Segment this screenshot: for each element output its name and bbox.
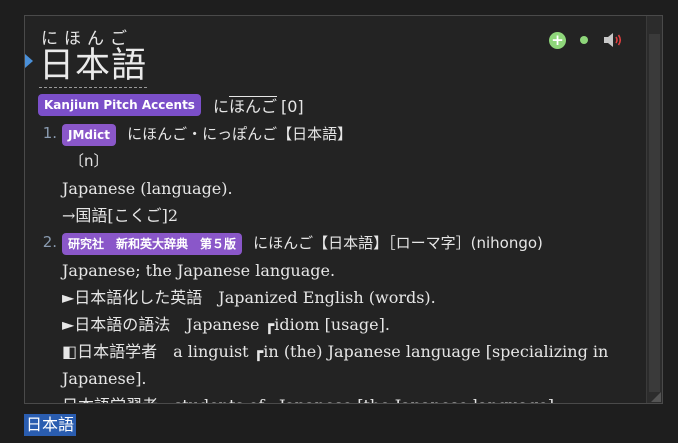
pitch-reading: にほんご [0] bbox=[213, 93, 304, 117]
sound-icon[interactable] bbox=[602, 31, 624, 49]
pitch-accent-number: [0] bbox=[280, 97, 304, 116]
dictionary-badge[interactable]: JMdict bbox=[62, 123, 116, 146]
definition-header-text: にほんご【日本語】［ローマ字］(nihongo) bbox=[253, 234, 543, 252]
definition-header: JMdict にほんご・にっぽんご【日本語】 bbox=[62, 120, 352, 148]
definition-line: Japanese]. bbox=[62, 369, 147, 388]
definition-line: 日本語学習者 students of ┏Japanese [the Japane… bbox=[62, 392, 554, 403]
pitch-high: ほんご bbox=[228, 96, 277, 116]
entry-marker-icon bbox=[25, 54, 33, 68]
definition-line: ►日本語化した英語 Japanized English (words). bbox=[62, 288, 436, 307]
definition-header: 研究社 新和英大辞典 第５版 にほんご【日本語】［ローマ字］(nihongo) bbox=[62, 229, 543, 257]
popup-content: にほんご 日本語 + Kanjium Pitch Accents にほんご [0]… bbox=[25, 16, 646, 403]
dictionary-badge[interactable]: 研究社 新和英大辞典 第５版 bbox=[62, 232, 243, 255]
resize-grip-icon[interactable] bbox=[651, 392, 661, 402]
selected-text[interactable]: 日本語 bbox=[24, 414, 77, 436]
definition-header-text: にほんご・にっぽんご【日本語】 bbox=[127, 125, 353, 143]
definition-line: 〔n〕 bbox=[69, 152, 109, 170]
definition-line: ►日本語の語法 Japanese ┏idiom [usage]. bbox=[62, 315, 390, 334]
entry-actions: + bbox=[549, 30, 624, 50]
pitch-low: に bbox=[212, 97, 229, 116]
pitch-accent-row: Kanjium Pitch Accents にほんご [0] bbox=[38, 93, 304, 117]
definition-number: 2. bbox=[42, 233, 57, 251]
definition-line: Japanese; the Japanese language. bbox=[62, 261, 336, 280]
definition-line: Japanese (language). bbox=[62, 179, 233, 198]
dictionary-popup: にほんご 日本語 + Kanjium Pitch Accents にほんご [0]… bbox=[24, 15, 663, 404]
add-note-icon[interactable]: + bbox=[549, 31, 566, 49]
headword[interactable]: 日本語 bbox=[39, 46, 148, 88]
pitch-accent-badge[interactable]: Kanjium Pitch Accents bbox=[38, 94, 201, 116]
vertical-scrollbar[interactable] bbox=[646, 16, 662, 403]
definition-line: →国語[こくご]2 bbox=[62, 206, 179, 225]
scrollbar-thumb[interactable] bbox=[649, 34, 660, 392]
definition-line: ◧日本語学者 a linguist ┏in (the) Japanese lan… bbox=[62, 342, 609, 361]
dot-icon[interactable] bbox=[580, 36, 588, 44]
definition-number: 1. bbox=[42, 124, 57, 142]
